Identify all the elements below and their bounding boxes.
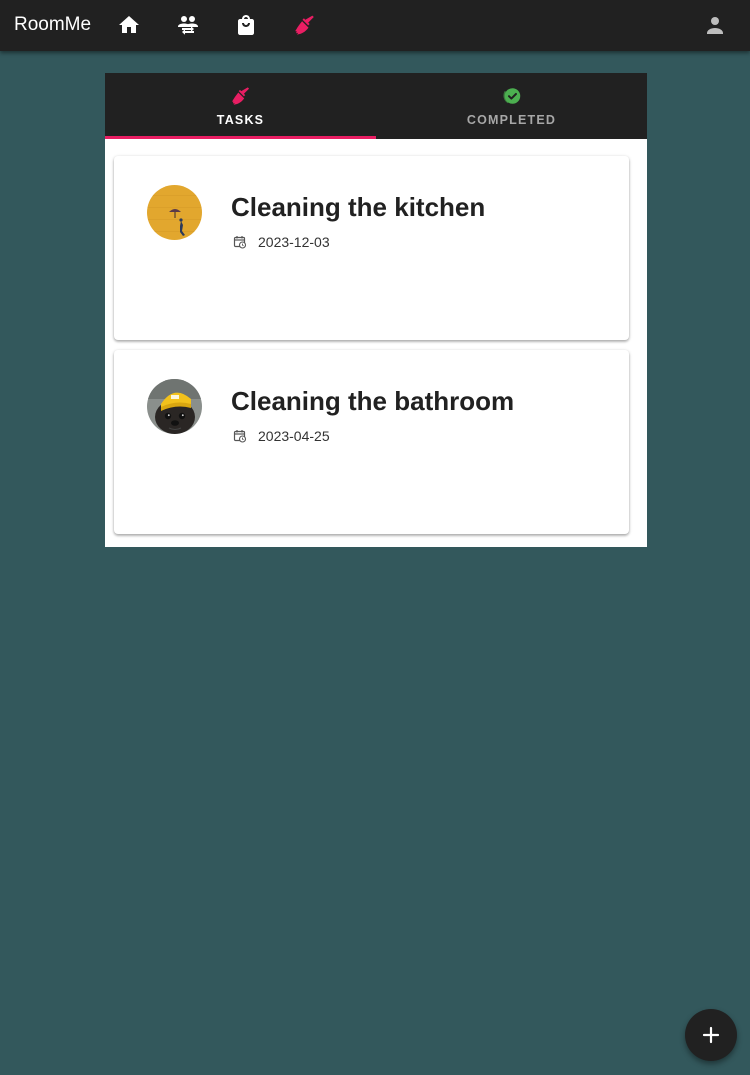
people-swap-icon[interactable] bbox=[176, 13, 200, 37]
task-card[interactable]: Cleaning the kitchen 2023-12-03 bbox=[114, 156, 629, 340]
check-circle-icon bbox=[501, 85, 523, 107]
active-tab-indicator bbox=[105, 136, 376, 139]
shopping-bag-icon[interactable] bbox=[234, 13, 258, 37]
task-due-date: 2023-12-03 bbox=[258, 234, 330, 250]
add-task-button[interactable] bbox=[685, 1009, 737, 1061]
pug-avatar bbox=[147, 379, 202, 434]
tab-completed[interactable]: COMPLETED bbox=[376, 73, 647, 139]
calendar-clock-icon bbox=[233, 235, 247, 249]
home-icon[interactable] bbox=[117, 13, 141, 37]
top-app-bar: RoomMe bbox=[0, 0, 750, 51]
task-title: Cleaning the kitchen bbox=[231, 192, 486, 222]
broom-icon[interactable] bbox=[293, 13, 317, 37]
tab-label: TASKS bbox=[216, 113, 265, 127]
task-title: Cleaning the bathroom bbox=[231, 386, 515, 416]
task-card[interactable]: Cleaning the bathroom 2023-04-25 bbox=[114, 350, 629, 534]
tab-bar: TASKS COMPLETED bbox=[105, 73, 647, 139]
tab-tasks[interactable]: TASKS bbox=[105, 73, 376, 139]
broom-icon bbox=[230, 85, 252, 107]
yellow-wall-avatar bbox=[147, 185, 202, 240]
tasks-panel: TASKS COMPLETED Cleaning the kitchen 202… bbox=[105, 73, 647, 547]
calendar-clock-icon bbox=[233, 429, 247, 443]
plus-icon bbox=[702, 1026, 720, 1044]
tab-label: COMPLETED bbox=[466, 113, 557, 127]
person-icon[interactable] bbox=[703, 13, 727, 37]
app-title: RoomMe bbox=[14, 14, 92, 35]
task-due-date: 2023-04-25 bbox=[258, 428, 330, 444]
